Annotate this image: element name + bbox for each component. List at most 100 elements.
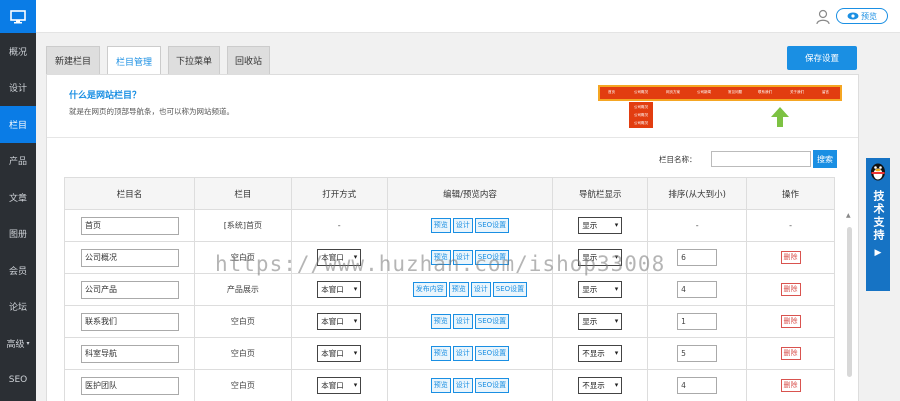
table-row: 医护团队 空白页 本窗口 ▾ 预览 设计 SEO设置 不显示 ▾ 4 删除 (64, 369, 835, 401)
edit-op-button[interactable]: SEO设置 (492, 282, 528, 297)
demo-dropdown-item: 公司概况 (634, 121, 648, 125)
edit-op-button[interactable]: SEO设置 (474, 378, 510, 393)
cell-nav-display: 不显示 ▾ (552, 369, 649, 401)
delete-button[interactable]: 删除 (780, 283, 801, 296)
table-row: 首页 [系统]首页 - 预览 设计 SEO设置 显示 ▾ - - (64, 209, 835, 242)
top-bar: 预览 (36, 0, 900, 33)
column-panel: 什么是网站栏目？ 就是在网页的顶部导航条，也可以称为网站频道。 首页 公司概况 … (46, 74, 859, 401)
sidebar-item[interactable]: 高级 ▾ (0, 325, 36, 362)
nav-display-select[interactable]: 显示 ▾ (578, 217, 623, 234)
edit-op-button[interactable]: 预览 (430, 218, 451, 233)
nav-display-select[interactable]: 显示 ▾ (578, 249, 623, 266)
edit-op-button[interactable]: 预览 (448, 282, 469, 297)
preview-button[interactable]: 预览 (836, 8, 888, 24)
sidebar-item[interactable]: 图册 (0, 216, 36, 253)
open-mode-select[interactable]: 本窗口 ▾ (317, 281, 362, 298)
sidebar-item-label: 概况 (8, 47, 27, 58)
tech-support-float[interactable]: 技术支持 ▶ (866, 158, 890, 291)
sort-order-input[interactable]: 4 (677, 377, 718, 394)
edit-op-button[interactable]: SEO设置 (474, 314, 510, 329)
delete-button[interactable]: 删除 (780, 251, 801, 264)
sort-order-input[interactable]: 6 (677, 249, 718, 266)
edit-op-button[interactable]: 设计 (452, 314, 473, 329)
demo-dropdown-image: 公司概况 公司概况 公司概况 (629, 102, 653, 128)
sidebar-item[interactable]: 文章 (0, 179, 36, 216)
open-mode-select[interactable]: 本窗口 ▾ (317, 345, 362, 362)
vertical-scrollbar[interactable] (847, 227, 852, 377)
sidebar-item[interactable]: 论坛 (0, 289, 36, 326)
search-input[interactable] (711, 151, 811, 167)
sidebar-item[interactable]: 会员 (0, 252, 36, 289)
edit-op-button[interactable]: 设计 (452, 346, 473, 361)
open-mode-select[interactable]: 本窗口 ▾ (317, 377, 362, 394)
edit-op-button[interactable]: 设计 (470, 282, 491, 297)
cell-edit-preview: 预览 设计 SEO设置 (386, 369, 554, 401)
delete-button[interactable]: 删除 (780, 379, 801, 392)
nav-display-select[interactable]: 不显示 ▾ (578, 345, 623, 362)
cell-column-type: 空白页 (193, 241, 292, 274)
cell-nav-display: 显示 ▾ (552, 305, 649, 338)
edit-op-button[interactable]: 发布内容 (412, 282, 447, 297)
sidebar-item[interactable]: SEO (0, 362, 36, 399)
table-row: 联系我们 空白页 本窗口 ▾ 预览 设计 SEO设置 显示 ▾ 1 删除 (64, 305, 835, 338)
sidebar-item[interactable]: 栏目 (0, 106, 36, 143)
qq-penguin-icon (867, 160, 889, 182)
cell-sort-order: 5 (647, 337, 748, 370)
column-name-input[interactable]: 公司产品 (81, 280, 179, 299)
demo-nav-item: 常见问题 (728, 90, 742, 94)
sort-order-input[interactable]: 5 (677, 345, 718, 362)
chevron-down-icon: ▾ (353, 381, 358, 389)
sidebar-item-label: SEO (8, 374, 28, 385)
cell-edit-preview: 预览 设计 SEO设置 (386, 209, 554, 242)
tab-dropdown-menu[interactable]: 下拉菜单 (168, 46, 220, 74)
column-name-input[interactable]: 首页 (81, 216, 179, 235)
sort-order-input[interactable]: 4 (677, 281, 718, 298)
edit-op-button[interactable]: 设计 (452, 218, 473, 233)
save-settings-button[interactable]: 保存设置 (787, 46, 857, 70)
sort-order-input[interactable]: 1 (677, 313, 718, 330)
scroll-up-icon[interactable]: ▲ (846, 212, 851, 219)
column-name-input[interactable]: 科室导航 (81, 344, 179, 363)
search-button[interactable]: 搜索 (813, 150, 837, 168)
open-mode-select[interactable]: 本窗口 ▾ (317, 313, 362, 330)
header-sort-order: 排序(从大到小) (647, 177, 748, 210)
edit-op-button[interactable]: SEO设置 (474, 250, 510, 265)
delete-button[interactable]: 删除 (780, 347, 801, 360)
tab-recycle-bin[interactable]: 回收站 (227, 46, 270, 74)
user-icon[interactable] (816, 9, 830, 25)
edit-op-button[interactable]: 预览 (430, 346, 451, 361)
edit-op-button[interactable]: 设计 (452, 250, 473, 265)
sidebar-item[interactable]: 设计 (0, 70, 36, 107)
edit-op-button[interactable]: SEO设置 (474, 218, 510, 233)
sidebar-item-label: 论坛 (8, 303, 27, 314)
column-name-input[interactable]: 公司概况 (81, 248, 179, 267)
edit-op-button[interactable]: 预览 (430, 378, 451, 393)
nav-display-value: 显示 (582, 285, 598, 294)
delete-button[interactable]: 删除 (780, 315, 801, 328)
open-mode-select[interactable]: 本窗口 ▾ (317, 249, 362, 266)
monitor-icon[interactable] (0, 0, 36, 33)
tech-support-label: 技术支持 (872, 190, 885, 242)
tab-column-management[interactable]: 栏目管理 (107, 46, 161, 75)
open-mode-value: 本窗口 (321, 285, 344, 294)
demo-nav-item: 关于我们 (790, 90, 804, 94)
chevron-down-icon: ▾ (614, 349, 619, 357)
tab-new-column[interactable]: 新建栏目 (46, 46, 100, 74)
edit-op-button[interactable]: 预览 (430, 250, 451, 265)
column-name-input[interactable]: 联系我们 (81, 312, 179, 331)
nav-display-select[interactable]: 显示 ▾ (578, 281, 623, 298)
sidebar-item[interactable]: 产品 (0, 143, 36, 180)
column-name-input[interactable]: 医护团队 (81, 376, 179, 395)
edit-op-button[interactable]: SEO设置 (474, 346, 510, 361)
cell-sort-order: 4 (647, 273, 748, 306)
nav-display-select[interactable]: 不显示 ▾ (578, 377, 623, 394)
cell-edit-preview: 发布内容 预览 设计 SEO设置 (386, 273, 554, 306)
cell-sort-order: 6 (647, 241, 748, 274)
sidebar-item[interactable]: 概况 (0, 33, 36, 70)
nav-display-select[interactable]: 显示 ▾ (578, 313, 623, 330)
header-edit-preview: 编辑/预览内容 (386, 177, 554, 210)
edit-op-button[interactable]: 预览 (430, 314, 451, 329)
cell-actions: 删除 (746, 369, 835, 401)
cell-edit-preview: 预览 设计 SEO设置 (386, 305, 554, 338)
edit-op-button[interactable]: 设计 (452, 378, 473, 393)
